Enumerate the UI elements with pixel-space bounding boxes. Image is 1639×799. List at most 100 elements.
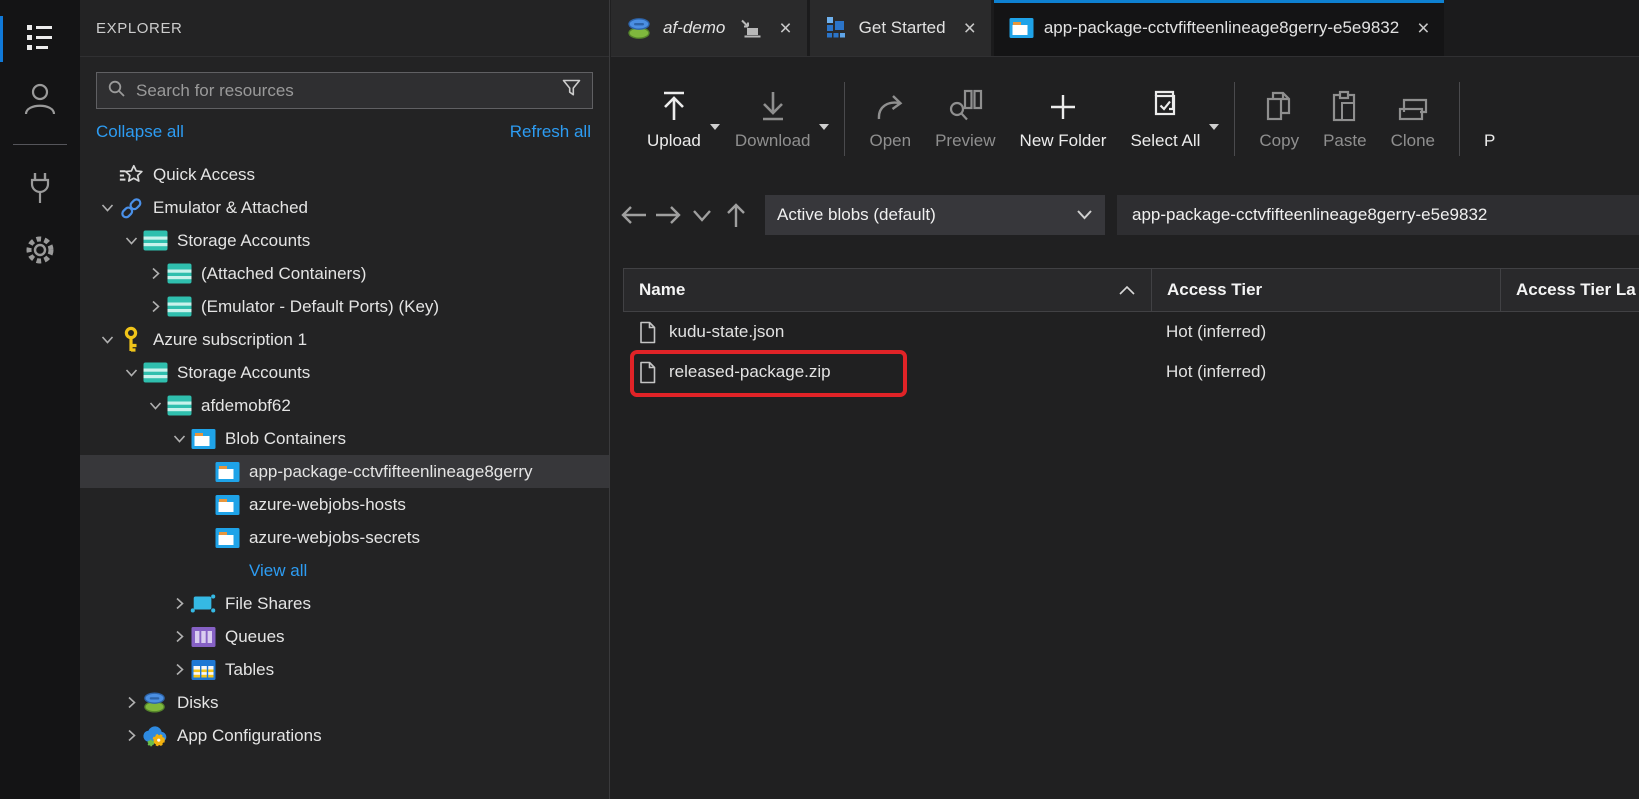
file-icon [638,361,657,384]
tree-item-label: Azure subscription 1 [153,330,307,350]
tree-item-storage-accounts[interactable]: Storage Accounts [80,356,609,389]
chevron-right-icon[interactable] [168,626,190,648]
tree-item-emulator-attached[interactable]: Emulator & Attached [80,191,609,224]
chevron-down-icon[interactable] [96,197,118,219]
tree-item-azure-subscription-1[interactable]: Azure subscription 1 [80,323,609,356]
tab-af-demo[interactable]: af-demo × [611,0,807,56]
chevron-down-icon[interactable] [168,428,190,450]
tree-item-attached-containers[interactable]: (Attached Containers) [80,257,609,290]
chevron-right-icon[interactable] [168,659,190,681]
back-button[interactable] [617,197,651,233]
table-icon [190,658,216,682]
copy-button[interactable]: Copy [1247,86,1311,151]
tree-item-app-package-cctvfifteenlineage8gerry[interactable]: app-package-cctvfifteenlineage8gerry [80,455,609,488]
p-button[interactable]: P [1472,86,1507,151]
tree-item-azure-webjobs-hosts[interactable]: azure-webjobs-hosts [80,488,609,521]
preview-button[interactable]: Preview [923,86,1007,151]
tree-item-afdemobf62[interactable]: afdemobf62 [80,389,609,422]
chevron-down-icon[interactable] [120,230,142,252]
activity-bar-divider [13,144,67,145]
get-started-icon [825,16,849,40]
tree-item-app-configurations[interactable]: App Configurations [80,719,609,752]
chevron-right-icon[interactable] [144,263,166,285]
close-icon[interactable]: × [1417,18,1429,39]
refresh-all-link[interactable]: Refresh all [510,122,591,142]
filter-icon[interactable] [561,78,582,103]
select-all-button[interactable]: Select All [1118,86,1212,151]
close-icon[interactable]: × [964,18,976,39]
forward-button[interactable] [651,197,685,233]
activity-item-account[interactable] [0,70,80,132]
toolbar-group-preview: Preview [923,86,1007,151]
blob-container-icon [190,427,216,451]
search-input[interactable] [134,80,553,102]
history-dropdown-button[interactable] [685,197,719,233]
activity-item-explorer[interactable] [0,8,80,70]
close-icon[interactable]: × [779,18,791,39]
tree-item-label: (Attached Containers) [201,264,366,284]
tree-item-label: (Emulator - Default Ports) (Key) [201,297,439,317]
column-header-label: Access Tier La [1516,280,1636,300]
main-panel: af-demo × Get Started× app-package-cctvf… [611,0,1639,799]
toolbar-group-clone: Clone [1379,86,1447,151]
tree-item-file-shares[interactable]: File Shares [80,587,609,620]
blob-view-dropdown[interactable]: Active blobs (default) [765,195,1105,235]
tree-item-label: View all [249,561,307,581]
new-folder-button[interactable]: New Folder [1008,86,1119,151]
tree-item-queues[interactable]: Queues [80,620,609,653]
clone-button[interactable]: Clone [1379,86,1447,151]
blob-row-released-package-zip[interactable]: released-package.zip Hot (inferred) [623,352,1639,392]
tree-item-emulator-default-ports-key[interactable]: (Emulator - Default Ports) (Key) [80,290,609,323]
file-icon [638,321,657,344]
up-button[interactable] [719,197,753,233]
column-header-access-tier[interactable]: Access Tier [1152,269,1501,311]
toolbar-group-p: P [1472,86,1507,151]
tree-item-storage-accounts[interactable]: Storage Accounts [80,224,609,257]
column-header-name[interactable]: Name [624,269,1152,311]
caret-down-icon[interactable] [1208,118,1220,136]
chevron-right-icon[interactable] [120,725,142,747]
upload-button[interactable]: Upload [635,86,713,151]
tab-get-started[interactable]: Get Started× [810,0,991,56]
tree-item-quick-access[interactable]: Quick Access [80,158,609,191]
tree-item-azure-webjobs-secrets[interactable]: azure-webjobs-secrets [80,521,609,554]
chevron-right-icon[interactable] [144,296,166,318]
breadcrumb[interactable]: app-package-cctvfifteenlineage8gerry-e5e… [1117,195,1639,235]
download-button[interactable]: Download [723,86,823,151]
chevron-down-icon[interactable] [144,395,166,417]
view-all-link[interactable]: View all [80,554,609,587]
tree-item-tables[interactable]: Tables [80,653,609,686]
tree-item-label: afdemobf62 [201,396,291,416]
caret-down-icon[interactable] [709,118,721,136]
tab-app-package-cctvfifteenlineage8gerry-e5e9832[interactable]: app-package-cctvfifteenlineage8gerry-e5e… [994,0,1445,56]
tab-label: af-demo [663,18,725,38]
resource-search-box[interactable] [96,72,593,109]
chevron-down-icon[interactable] [120,362,142,384]
new-folder-icon [1048,86,1078,122]
blob-row-kudu-state-json[interactable]: kudu-state.json Hot (inferred) [623,312,1639,352]
paste-icon [1330,86,1360,122]
select-all-icon [1148,86,1182,122]
clone-icon [1396,86,1430,122]
sidebar-title: EXPLORER [80,0,609,57]
chevron-right-icon[interactable] [120,692,142,714]
activity-item-settings[interactable] [0,221,80,283]
storage-account-icon [166,295,192,319]
open-button[interactable]: Open [857,86,923,151]
tree-item-disks[interactable]: Disks [80,686,609,719]
chevron-down-icon[interactable] [96,329,118,351]
access-tier-value: Hot (inferred) [1166,362,1266,382]
app-config-icon [142,724,168,748]
chevron-right-icon[interactable] [168,593,190,615]
activity-item-connect[interactable] [0,159,80,221]
search-icon [107,79,126,103]
paste-button[interactable]: Paste [1311,86,1378,151]
caret-down-icon[interactable] [818,118,830,136]
tree-item-blob-containers[interactable]: Blob Containers [80,422,609,455]
blob-list-header: NameAccess Tier Access Tier La [623,268,1639,312]
collapse-all-link[interactable]: Collapse all [96,122,184,142]
toolbar-group-paste: Paste [1311,86,1378,151]
chevron-down-icon [1076,205,1093,225]
column-header-access-tier-la[interactable]: Access Tier La [1501,269,1639,311]
chevron-spacer [96,164,118,186]
